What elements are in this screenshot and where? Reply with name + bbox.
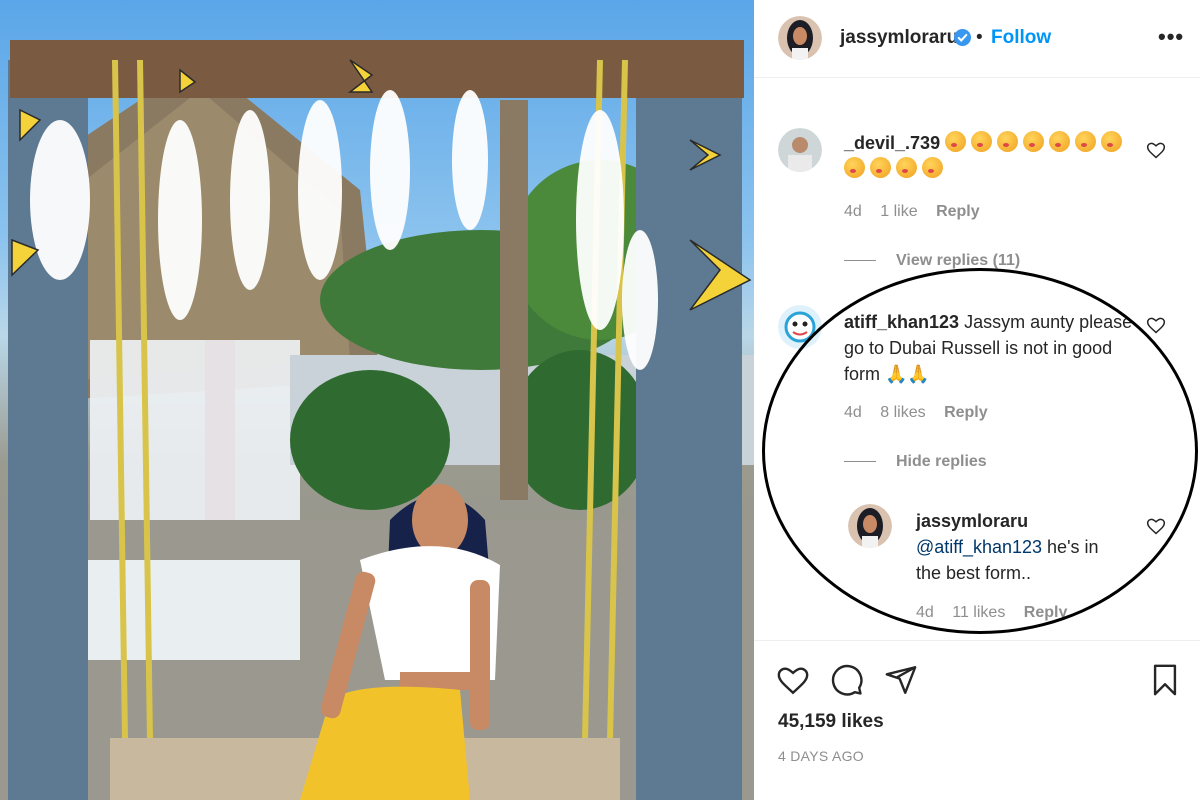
comment-1-meta: 4d 1 like Reply — [844, 203, 994, 221]
palm-trunk — [500, 100, 528, 500]
comment-like-heart-icon[interactable] — [1146, 315, 1166, 335]
view-replies-button[interactable]: View replies (11) — [844, 252, 1020, 270]
comment-age: 4d — [844, 203, 862, 220]
kiss-emoji-icon — [1075, 131, 1097, 152]
kiss-emoji-icon — [1023, 131, 1045, 152]
post-date: 4 DAYS AGO — [778, 748, 864, 764]
view-replies-label: View replies (11) — [896, 252, 1021, 269]
comment-age: 4d — [844, 404, 862, 421]
right-post — [636, 50, 742, 800]
reply-body: jassymloraru @atiff_khan123 he's in the … — [916, 508, 1136, 586]
top-beam — [10, 40, 744, 98]
separator-dot: • — [976, 27, 983, 48]
kiss-emoji-icon — [844, 157, 865, 178]
share-icon[interactable] — [884, 663, 918, 697]
kiss-emoji-icon — [1101, 131, 1123, 152]
reply-text: he's in — [1042, 537, 1099, 557]
photo-scene — [0, 40, 754, 800]
post-details-panel: jassymloraru • Follow ••• _devil_.739 4d… — [754, 0, 1200, 800]
comment-2-username[interactable]: atiff_khan123 — [844, 312, 959, 332]
comment-2-text-line2: go to Dubai Russell is not in good — [844, 338, 1113, 358]
reply-button[interactable]: Reply — [1024, 604, 1068, 621]
more-options-icon[interactable]: ••• — [1158, 24, 1184, 50]
heart-icon[interactable] — [776, 663, 810, 697]
reply-meta: 4d 11 likes Reply — [916, 604, 1081, 622]
kiss-emoji-icon — [922, 157, 943, 178]
bookmark-icon[interactable] — [1148, 663, 1182, 697]
kiss-emoji-icon — [1049, 131, 1071, 152]
comment-like-count[interactable]: 1 like — [880, 203, 917, 220]
verified-badge-icon — [954, 29, 971, 46]
kiss-emoji-icon — [997, 131, 1019, 152]
author-username[interactable]: jassymloraru — [840, 27, 958, 49]
hide-replies-button[interactable]: Hide replies — [844, 453, 987, 471]
commenter-avatar[interactable] — [778, 128, 822, 172]
commenter-avatar[interactable] — [778, 305, 822, 349]
kiss-emoji-icon — [870, 157, 891, 178]
reply-like-heart-icon[interactable] — [1146, 516, 1166, 536]
mention-link[interactable]: @atiff_khan123 — [916, 537, 1042, 557]
follow-button[interactable]: Follow — [991, 27, 1051, 49]
reply-username[interactable]: jassymloraru — [916, 508, 1136, 534]
post-actions: 45,159 likes 4 DAYS AGO — [754, 640, 1200, 800]
divider-line — [844, 260, 876, 262]
kiss-emoji-icon — [896, 157, 917, 178]
post-like-count[interactable]: 45,159 likes — [778, 711, 884, 733]
kiss-emoji-icon — [971, 131, 993, 152]
post-header: jassymloraru • Follow ••• — [754, 0, 1200, 78]
post-photo[interactable] — [0, 0, 754, 800]
reply-text-line2: the best form.. — [916, 563, 1032, 583]
reply-button[interactable]: Reply — [944, 404, 988, 421]
comment-like-count[interactable]: 8 likes — [880, 404, 925, 421]
comment-1-username[interactable]: _devil_.739 — [844, 133, 940, 153]
reply-author-avatar[interactable] — [848, 504, 892, 548]
comment-1-body: _devil_.739 — [844, 130, 1144, 182]
kiss-emoji-icon — [945, 131, 967, 152]
hide-replies-label: Hide replies — [896, 453, 987, 470]
comment-like-heart-icon[interactable] — [1146, 140, 1166, 160]
reply-age: 4d — [916, 604, 934, 621]
comment-2-text: Jassym aunty please — [964, 312, 1133, 332]
comment-2-meta: 4d 8 likes Reply — [844, 404, 1002, 422]
reply-like-count[interactable]: 11 likes — [952, 604, 1005, 621]
reply-button[interactable]: Reply — [936, 203, 980, 220]
comment-2-body: atiff_khan123 Jassym aunty please go to … — [844, 309, 1144, 387]
divider-line — [844, 461, 876, 463]
comment-2-text-line3: form 🙏🙏 — [844, 364, 930, 384]
author-avatar[interactable] — [778, 16, 822, 60]
comment-icon[interactable] — [830, 663, 864, 697]
